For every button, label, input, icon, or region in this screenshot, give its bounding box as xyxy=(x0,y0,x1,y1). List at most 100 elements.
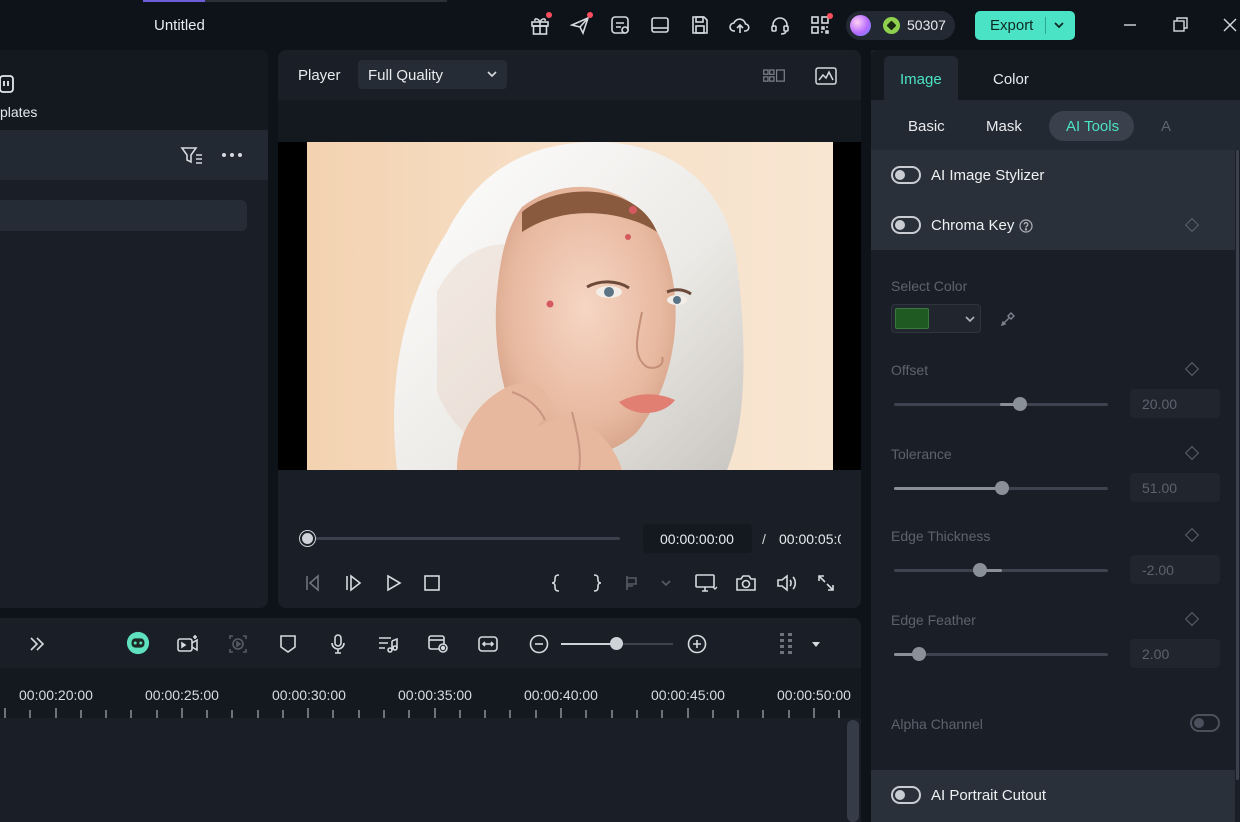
fit-timeline-icon[interactable] xyxy=(476,632,500,656)
quality-dropdown[interactable]: Full Quality xyxy=(358,60,507,89)
snapshot-camera-icon[interactable] xyxy=(734,571,758,595)
templates-icon[interactable] xyxy=(0,73,20,97)
volume-icon[interactable] xyxy=(774,571,798,595)
edge-thickness-slider-handle[interactable] xyxy=(973,563,987,577)
notification-dot xyxy=(827,13,833,19)
total-duration: 00:00:05:00 xyxy=(779,531,841,547)
edge-feather-slider-track[interactable] xyxy=(894,653,1108,656)
credits-badge[interactable]: 50307 xyxy=(846,11,955,40)
preview-render-icon[interactable] xyxy=(426,632,450,656)
tolerance-value-input[interactable]: 51.00 xyxy=(1130,473,1220,502)
ruler-time-label: 00:00:30:00 xyxy=(272,687,346,703)
ruler-time-label: 00:00:40:00 xyxy=(524,687,598,703)
zoom-out-icon[interactable] xyxy=(527,632,551,656)
mark-in-icon[interactable] xyxy=(544,571,568,595)
next-frame-icon[interactable] xyxy=(341,571,365,595)
more-options-icon[interactable] xyxy=(220,143,244,167)
ai-portrait-cutout-label: AI Portrait Cutout xyxy=(931,787,1047,804)
play-icon[interactable] xyxy=(381,571,405,595)
ruler-time-label: 00:00:50:00 xyxy=(777,687,851,703)
project-title: Untitled xyxy=(154,17,205,34)
ai-video-icon[interactable] xyxy=(176,632,200,656)
track-layout-icon[interactable] xyxy=(774,632,798,656)
search-input[interactable] xyxy=(0,200,247,231)
quality-value: Full Quality xyxy=(368,67,444,84)
chevron-down-icon[interactable] xyxy=(654,571,678,595)
mark-out-icon[interactable] xyxy=(585,571,609,595)
marker-icon[interactable] xyxy=(276,632,300,656)
zoom-slider-handle[interactable] xyxy=(610,637,623,650)
inspector-panel xyxy=(871,50,1240,822)
audio-track-icon[interactable] xyxy=(376,632,400,656)
select-color-label: Select Color xyxy=(891,278,968,294)
tolerance-slider-fill xyxy=(894,487,1003,490)
edge-thickness-value-input[interactable]: -2.00 xyxy=(1130,555,1220,584)
timeline-scrollbar[interactable] xyxy=(847,720,859,822)
color-swatch xyxy=(895,308,929,329)
timeline-tracks[interactable] xyxy=(0,718,861,822)
current-timecode[interactable]: 00:00:00:00 xyxy=(643,524,752,553)
save-icon[interactable] xyxy=(688,13,712,37)
gift-icon[interactable] xyxy=(528,12,552,37)
subtab-basic[interactable]: Basic xyxy=(908,118,945,135)
double-chevron-right-icon[interactable] xyxy=(25,632,49,656)
layout-icon[interactable] xyxy=(648,13,672,37)
ai-portrait-cutout-toggle[interactable] xyxy=(891,786,921,804)
filter-icon[interactable] xyxy=(180,143,204,167)
ruler-time-label: 00:00:25:00 xyxy=(145,687,219,703)
chroma-key-label: Chroma Key xyxy=(931,217,1015,234)
caret-down-icon[interactable] xyxy=(804,632,828,656)
apps-grid-icon[interactable] xyxy=(808,13,833,37)
edge-feather-slider-handle[interactable] xyxy=(912,647,926,661)
chevron-down-icon[interactable] xyxy=(1052,18,1066,32)
select-color-dropdown[interactable] xyxy=(891,304,981,333)
templates-tab-label[interactable]: plates xyxy=(0,104,37,120)
previous-frame-icon[interactable] xyxy=(300,571,324,595)
grid-view-icon[interactable] xyxy=(762,64,786,88)
offset-slider-handle[interactable] xyxy=(1013,397,1027,411)
chroma-key-toggle[interactable] xyxy=(891,216,921,234)
eyedropper-icon[interactable] xyxy=(996,307,1020,331)
inspector-scrollbar[interactable] xyxy=(1236,150,1239,780)
minimize-icon[interactable] xyxy=(1118,13,1142,37)
active-tab-indicator xyxy=(143,0,205,2)
headset-icon[interactable] xyxy=(768,13,792,37)
display-settings-icon[interactable] xyxy=(694,571,718,595)
media-library-icon[interactable] xyxy=(608,13,632,37)
subtab-mask[interactable]: Mask xyxy=(986,118,1022,135)
ruler-time-label: 00:00:35:00 xyxy=(398,687,472,703)
zoom-in-icon[interactable] xyxy=(685,632,709,656)
playhead-handle[interactable] xyxy=(300,531,315,546)
offset-label: Offset xyxy=(891,362,929,378)
microphone-icon[interactable] xyxy=(326,632,350,656)
alpha-channel-toggle[interactable] xyxy=(1190,714,1220,732)
avatar xyxy=(850,15,871,36)
ai-image-stylizer-toggle[interactable] xyxy=(891,166,921,184)
subtab-more[interactable]: A xyxy=(1161,118,1171,135)
stop-icon[interactable] xyxy=(420,571,444,595)
playback-progress-track[interactable] xyxy=(308,537,620,540)
offset-value-input[interactable]: 20.00 xyxy=(1130,389,1220,418)
alpha-channel-label: Alpha Channel xyxy=(891,716,983,732)
chevron-down-icon xyxy=(964,313,976,325)
chevron-down-icon xyxy=(486,68,498,80)
notification-dot xyxy=(587,12,593,18)
insert-icon[interactable] xyxy=(624,571,648,595)
ai-copilot-icon[interactable] xyxy=(126,631,150,655)
cloud-upload-icon[interactable] xyxy=(728,13,752,37)
subtab-ai-tools[interactable]: AI Tools xyxy=(1049,111,1134,141)
tab-color[interactable]: Color xyxy=(993,71,1029,88)
fullscreen-icon[interactable] xyxy=(814,571,838,595)
scope-icon[interactable] xyxy=(814,64,838,88)
media-panel xyxy=(0,50,268,608)
help-icon[interactable] xyxy=(1014,214,1038,238)
export-button[interactable]: Export xyxy=(975,11,1075,40)
tab-image[interactable]: Image xyxy=(900,71,942,88)
auto-reframe-icon[interactable] xyxy=(226,632,250,656)
tolerance-slider-handle[interactable] xyxy=(995,481,1009,495)
video-preview-image xyxy=(307,142,833,470)
send-icon[interactable] xyxy=(568,12,593,37)
restore-icon[interactable] xyxy=(1168,13,1192,37)
edge-feather-value-input[interactable]: 2.00 xyxy=(1130,639,1220,668)
close-icon[interactable] xyxy=(1218,13,1240,37)
